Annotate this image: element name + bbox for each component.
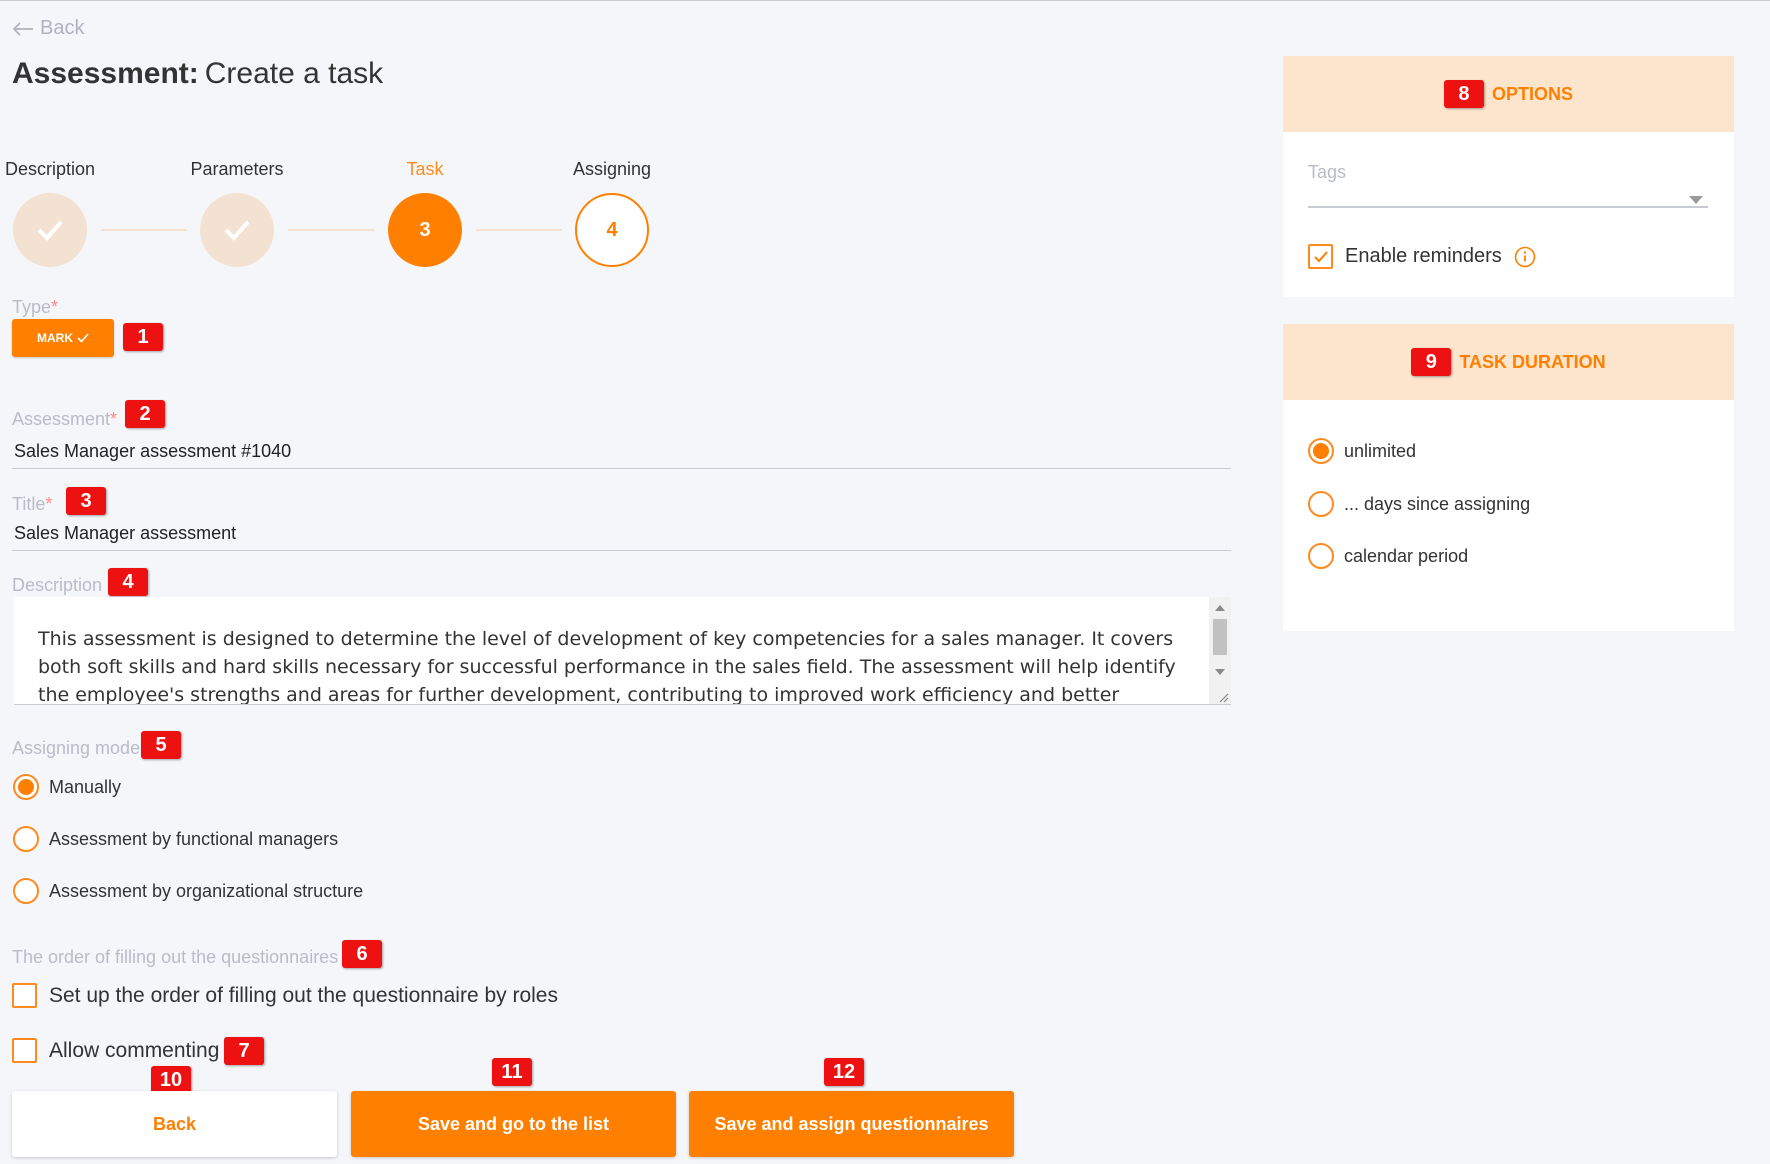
description-scrollbar[interactable] (1209, 597, 1231, 704)
resize-grip-icon[interactable] (1217, 691, 1229, 703)
annotation-badge-3: 3 (66, 487, 106, 515)
step-connector (476, 229, 562, 231)
arrow-left-icon (12, 21, 33, 36)
annotation-badge-9: 9 (1411, 348, 1452, 376)
assigning-mode-label: Assigning mode (12, 738, 141, 758)
annotation-badge-6: 6 (342, 940, 382, 968)
step-label-description[interactable]: Description (5, 159, 95, 180)
save-and-go-to-list-button[interactable]: Save and go to the list (351, 1091, 676, 1157)
step-connector (101, 229, 187, 231)
task-duration-panel-header: 9 TASK DURATION (1283, 324, 1734, 400)
annotation-badge-2: 2 (125, 400, 165, 428)
step-circle-description[interactable] (13, 193, 87, 267)
dropdown-arrow-icon[interactable] (1689, 196, 1703, 204)
annotation-badge-4: 4 (108, 568, 148, 596)
back-link-label: Back (40, 17, 85, 39)
options-panel-header: 8 OPTIONS (1283, 56, 1734, 132)
allow-commenting-checkbox[interactable]: Allow commenting (12, 1038, 219, 1063)
radio-unselected[interactable] (13, 878, 39, 904)
checkbox-checked[interactable] (1308, 244, 1333, 269)
radio-unselected[interactable] (13, 826, 39, 852)
info-icon[interactable] (1514, 246, 1536, 268)
task-duration-title: TASK DURATION (1459, 351, 1606, 372)
task-duration-panel-body: unlimited ... days since assigning calen… (1283, 400, 1734, 631)
description-textarea[interactable]: This assessment is designed to determine… (14, 597, 1231, 705)
check-icon (224, 220, 250, 241)
duration-days-since-assigning[interactable]: ... days since assigning (1308, 491, 1530, 517)
step-connector (288, 229, 375, 231)
order-by-roles-checkbox[interactable]: Set up the order of filling out the ques… (12, 983, 558, 1008)
tags-label: Tags (1308, 162, 1347, 182)
options-panel-title: OPTIONS (1491, 83, 1573, 104)
duration-unlimited[interactable]: unlimited (1308, 438, 1416, 464)
scroll-up-icon[interactable] (1215, 605, 1225, 611)
title-label: Title* (12, 494, 53, 514)
check-icon (1313, 250, 1328, 262)
description-text: This assessment is designed to determine… (38, 628, 1176, 705)
step-circle-assigning[interactable]: 4 (575, 193, 649, 267)
assigning-mode-manually[interactable]: Manually (13, 774, 121, 800)
check-icon (37, 220, 63, 241)
annotation-badge-7: 7 (224, 1037, 264, 1065)
order-label: The order of filling out the questionnai… (12, 947, 339, 967)
back-button[interactable]: Back (12, 1091, 337, 1157)
assigning-mode-functional-managers[interactable]: Assessment by functional managers (13, 826, 338, 852)
step-circle-task[interactable]: 3 (388, 193, 462, 267)
annotation-badge-11: 11 (492, 1058, 532, 1086)
type-label: Type* (12, 297, 59, 317)
description-label: Description (12, 575, 103, 595)
back-link[interactable]: Back (12, 17, 84, 40)
page-title: Assessment: Create a task (12, 57, 383, 91)
radio-unselected[interactable] (1308, 543, 1334, 569)
scroll-down-icon[interactable] (1215, 669, 1225, 675)
enable-reminders-checkbox[interactable]: Enable reminders (1308, 244, 1536, 269)
checkbox-unchecked[interactable] (12, 1038, 37, 1063)
save-and-assign-button[interactable]: Save and assign questionnaires (689, 1091, 1014, 1157)
step-label-task[interactable]: Task (406, 159, 443, 180)
check-icon (77, 333, 89, 343)
type-mark-button[interactable]: MARK (12, 319, 114, 357)
options-panel-body: Tags Enable reminders (1283, 132, 1734, 297)
checkbox-unchecked[interactable] (12, 983, 37, 1008)
page-title-bold: Assessment: (12, 57, 199, 90)
radio-selected[interactable] (1308, 438, 1334, 464)
radio-selected[interactable] (13, 774, 39, 800)
type-mark-label: MARK (37, 331, 73, 345)
annotation-badge-1: 1 (123, 323, 163, 351)
step-circle-parameters[interactable] (200, 193, 274, 267)
assessment-input[interactable] (12, 435, 1231, 469)
radio-unselected[interactable] (1308, 491, 1334, 517)
step-label-parameters[interactable]: Parameters (190, 159, 283, 180)
tags-select[interactable] (1308, 206, 1708, 208)
duration-calendar-period[interactable]: calendar period (1308, 543, 1468, 569)
step-label-assigning[interactable]: Assigning (573, 159, 651, 180)
annotation-badge-5: 5 (141, 731, 181, 759)
page-title-sub: Create a task (204, 57, 384, 90)
assigning-mode-org-structure[interactable]: Assessment by organizational structure (13, 878, 363, 904)
annotation-badge-10: 10 (151, 1066, 191, 1094)
title-input[interactable] (12, 517, 1231, 551)
scroll-thumb[interactable] (1213, 619, 1227, 655)
assessment-label: Assessment* (12, 409, 118, 429)
annotation-badge-12: 12 (824, 1058, 864, 1086)
annotation-badge-8: 8 (1443, 80, 1484, 108)
